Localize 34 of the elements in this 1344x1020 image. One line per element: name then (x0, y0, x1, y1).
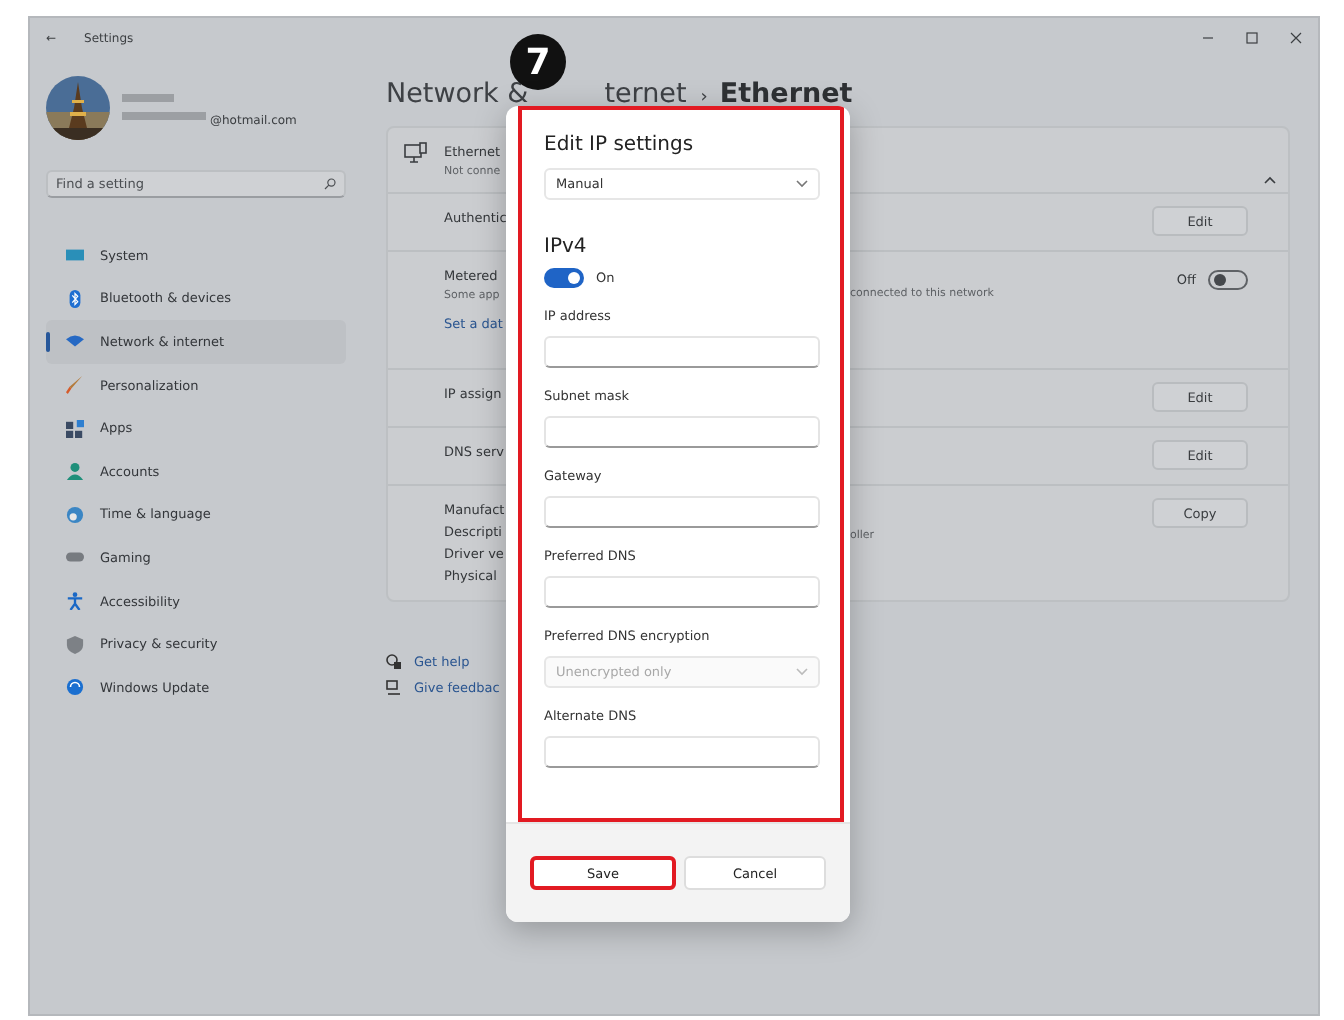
apps-icon (66, 419, 84, 438)
person-icon (66, 462, 84, 481)
redaction-drawing (122, 90, 206, 126)
gamepad-icon (66, 548, 84, 567)
toggle-switch[interactable] (544, 268, 584, 288)
breadcrumb-separator: › (700, 88, 708, 108)
page-title: Ethernet (719, 78, 853, 110)
update-icon (66, 678, 84, 697)
input-field[interactable] (544, 736, 820, 768)
bluetooth-icon (66, 289, 84, 308)
dialog-title: Edit IP settings (544, 134, 696, 156)
wifi-icon (66, 332, 84, 351)
search-icon (324, 178, 336, 190)
close-icon[interactable] (1290, 32, 1302, 44)
collapse-icon (1264, 176, 1276, 184)
toggle-switch[interactable] (1208, 270, 1248, 290)
accessibility-icon (66, 592, 84, 611)
chevron-down-icon (796, 180, 808, 188)
input-field[interactable] (544, 496, 820, 528)
shield-icon (66, 635, 84, 654)
minimize-icon[interactable] (1202, 32, 1214, 44)
breadcrumb-parent-fragment: ternet (604, 78, 687, 110)
input-field[interactable] (544, 336, 820, 368)
brush-icon (66, 376, 84, 395)
input-field[interactable] (544, 416, 820, 448)
input-field[interactable] (544, 576, 820, 608)
section-heading: IPv4 (544, 236, 589, 258)
globe-clock-icon (66, 505, 84, 524)
chevron-down-icon (796, 668, 808, 676)
feedback-icon (386, 680, 402, 696)
help-icon (386, 654, 402, 670)
computer-icon (404, 142, 428, 164)
maximize-icon[interactable] (1246, 32, 1258, 44)
monitor-icon (66, 246, 84, 265)
